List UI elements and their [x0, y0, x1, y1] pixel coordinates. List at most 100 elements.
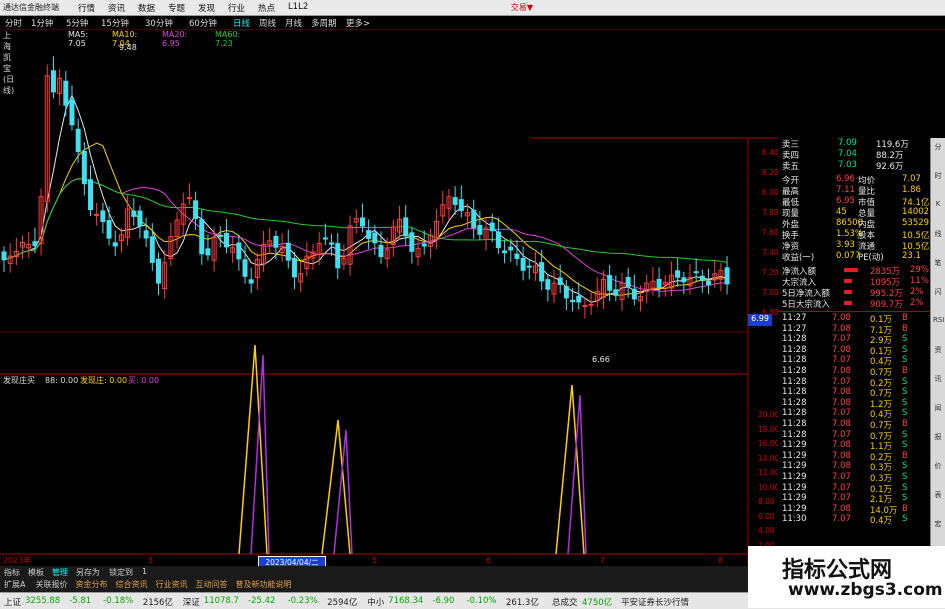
- stat-label: PE(动): [858, 253, 884, 263]
- tick-side: S: [902, 472, 908, 482]
- candle-body: [724, 267, 730, 285]
- period-tab-7[interactable]: 周线: [259, 17, 276, 29]
- bottom-link-1[interactable]: 关联报价: [36, 579, 68, 590]
- period-tab-9[interactable]: 多周期: [311, 17, 337, 29]
- month-label: 7: [600, 556, 605, 565]
- month-label: 3: [148, 556, 153, 565]
- index-name: 中小: [367, 598, 385, 608]
- period-tab-0[interactable]: 分时: [5, 17, 22, 29]
- period-tab-10[interactable]: 更多>: [346, 17, 370, 29]
- candle-body: [706, 280, 712, 286]
- candle-body: [570, 299, 576, 303]
- candle-body: [75, 128, 81, 153]
- indicator-spike-magenta: [567, 394, 587, 555]
- sidebar-tab[interactable]: 闪: [933, 287, 943, 297]
- sidebar-tab[interactable]: 宏: [933, 519, 943, 529]
- bottom-link-6[interactable]: 普及新功能说明: [236, 579, 292, 590]
- period-tab-6[interactable]: 日线: [233, 17, 250, 29]
- period-tab-8[interactable]: 月线: [285, 17, 302, 29]
- candle-body: [217, 235, 223, 238]
- right-sidebar: 分时 K 线笔闪 RSI 资讯闻报价表宏: [930, 138, 945, 558]
- candle-body: [335, 243, 341, 269]
- period-tab-1[interactable]: 1分钟: [31, 17, 53, 29]
- indicator-tick: 10.00: [758, 482, 780, 492]
- candle-body: [131, 210, 137, 217]
- sidebar-tab[interactable]: 线: [933, 229, 943, 239]
- tick-time: 11:28: [782, 397, 807, 408]
- bottom-link-3[interactable]: 综合资讯: [116, 579, 148, 590]
- trade-menu[interactable]: 交易▼: [511, 2, 533, 13]
- sidebar-tab[interactable]: 闻: [933, 403, 943, 413]
- menu-item-2[interactable]: 数据: [138, 2, 155, 14]
- sidebar-tab[interactable]: RSI: [933, 316, 944, 324]
- bottom-tab-5[interactable]: 1: [142, 567, 147, 576]
- tick-side: S: [902, 387, 908, 398]
- candle-body: [285, 242, 291, 261]
- candle-body: [94, 213, 100, 216]
- candle-body: [137, 210, 143, 227]
- sidebar-tab[interactable]: 资: [933, 345, 943, 355]
- tick-price: 7.07: [832, 334, 851, 345]
- price-tick: 8.20: [762, 168, 779, 177]
- sidebar-tab[interactable]: 报: [933, 432, 943, 442]
- candle-body: [69, 99, 75, 126]
- bottom-tab-0[interactable]: 指标: [4, 567, 20, 578]
- bottom-tab-3[interactable]: 另存为: [76, 567, 100, 578]
- sidebar-tab[interactable]: 时: [933, 171, 943, 181]
- bottom-tab-4[interactable]: 锁定到: [109, 567, 133, 578]
- tick-time: 11:28: [782, 376, 807, 387]
- sidebar-tab[interactable]: 表: [933, 490, 943, 500]
- menu-item-1[interactable]: 资讯: [108, 2, 125, 14]
- month-label: 6: [486, 556, 491, 565]
- bottom-link-2[interactable]: 资金分布: [76, 579, 108, 590]
- sidebar-tab[interactable]: 价: [933, 461, 943, 471]
- price-tick: 7.40: [762, 248, 779, 257]
- sidebar-tab[interactable]: 分: [933, 142, 943, 152]
- period-tab-5[interactable]: 60分钟: [189, 17, 217, 29]
- bottom-link-4[interactable]: 行业资讯: [156, 579, 188, 590]
- candle-body: [322, 237, 328, 240]
- tick-price: 7.07: [832, 493, 851, 504]
- tick-side: B: [902, 313, 908, 323]
- index-change: -5.81: [69, 596, 92, 606]
- tick-time: 11:28: [782, 387, 807, 398]
- tick-time: 11:29: [782, 503, 807, 514]
- menu-item-4[interactable]: 发现: [198, 2, 215, 14]
- period-tab-4[interactable]: 30分钟: [145, 17, 173, 29]
- tick-side: S: [902, 408, 908, 419]
- menu-item-7[interactable]: L1L2: [288, 2, 308, 12]
- candle-body: [248, 279, 254, 284]
- tick-time: 11:29: [782, 461, 807, 472]
- tick-time: 11:29: [782, 493, 807, 504]
- menu-item-0[interactable]: 行情: [78, 2, 95, 14]
- sidebar-tab[interactable]: 笔: [933, 258, 943, 268]
- tick-price: 7.08: [832, 440, 851, 451]
- indicator-tick: 4.00: [758, 526, 775, 535]
- period-tab-2[interactable]: 5分钟: [66, 17, 88, 29]
- stat-value: 7.07: [902, 174, 921, 184]
- menu-item-3[interactable]: 专题: [168, 2, 185, 14]
- sidebar-tab[interactable]: 讯: [933, 374, 943, 384]
- sidebar-tab[interactable]: K: [933, 200, 943, 208]
- bottom-tab-1[interactable]: 模板: [28, 567, 44, 578]
- index-amount: 2156亿: [142, 598, 173, 608]
- menu-item-6[interactable]: 热点: [258, 2, 275, 14]
- bottom-tab-2[interactable]: 管理: [52, 567, 68, 578]
- indicator-spike-magenta: [333, 429, 353, 555]
- bottom-link-5[interactable]: 互动问答: [196, 579, 228, 590]
- stat-value: 6.96: [836, 174, 855, 184]
- tick-side: S: [902, 493, 908, 504]
- candle-body: [106, 220, 112, 239]
- period-tab-3[interactable]: 15分钟: [101, 17, 129, 29]
- tick-side: B: [902, 323, 908, 334]
- tick-side: S: [902, 514, 908, 525]
- flow-pct: 2%: [910, 287, 924, 297]
- stat-value: 45: [836, 207, 847, 217]
- kline-chart-area[interactable]: 345678 9.48 6.66 发现庄买 88: 0.00 发现庄: 0.00…: [0, 42, 778, 566]
- tick-price: 7.08: [832, 419, 851, 429]
- stat-value: 0.077: [836, 251, 861, 261]
- menu-item-5[interactable]: 行业: [228, 2, 245, 14]
- flow-label: 5日大宗流入: [782, 300, 830, 310]
- tick-time: 11:28: [782, 344, 807, 355]
- bottom-link-0[interactable]: 扩展A: [4, 579, 25, 590]
